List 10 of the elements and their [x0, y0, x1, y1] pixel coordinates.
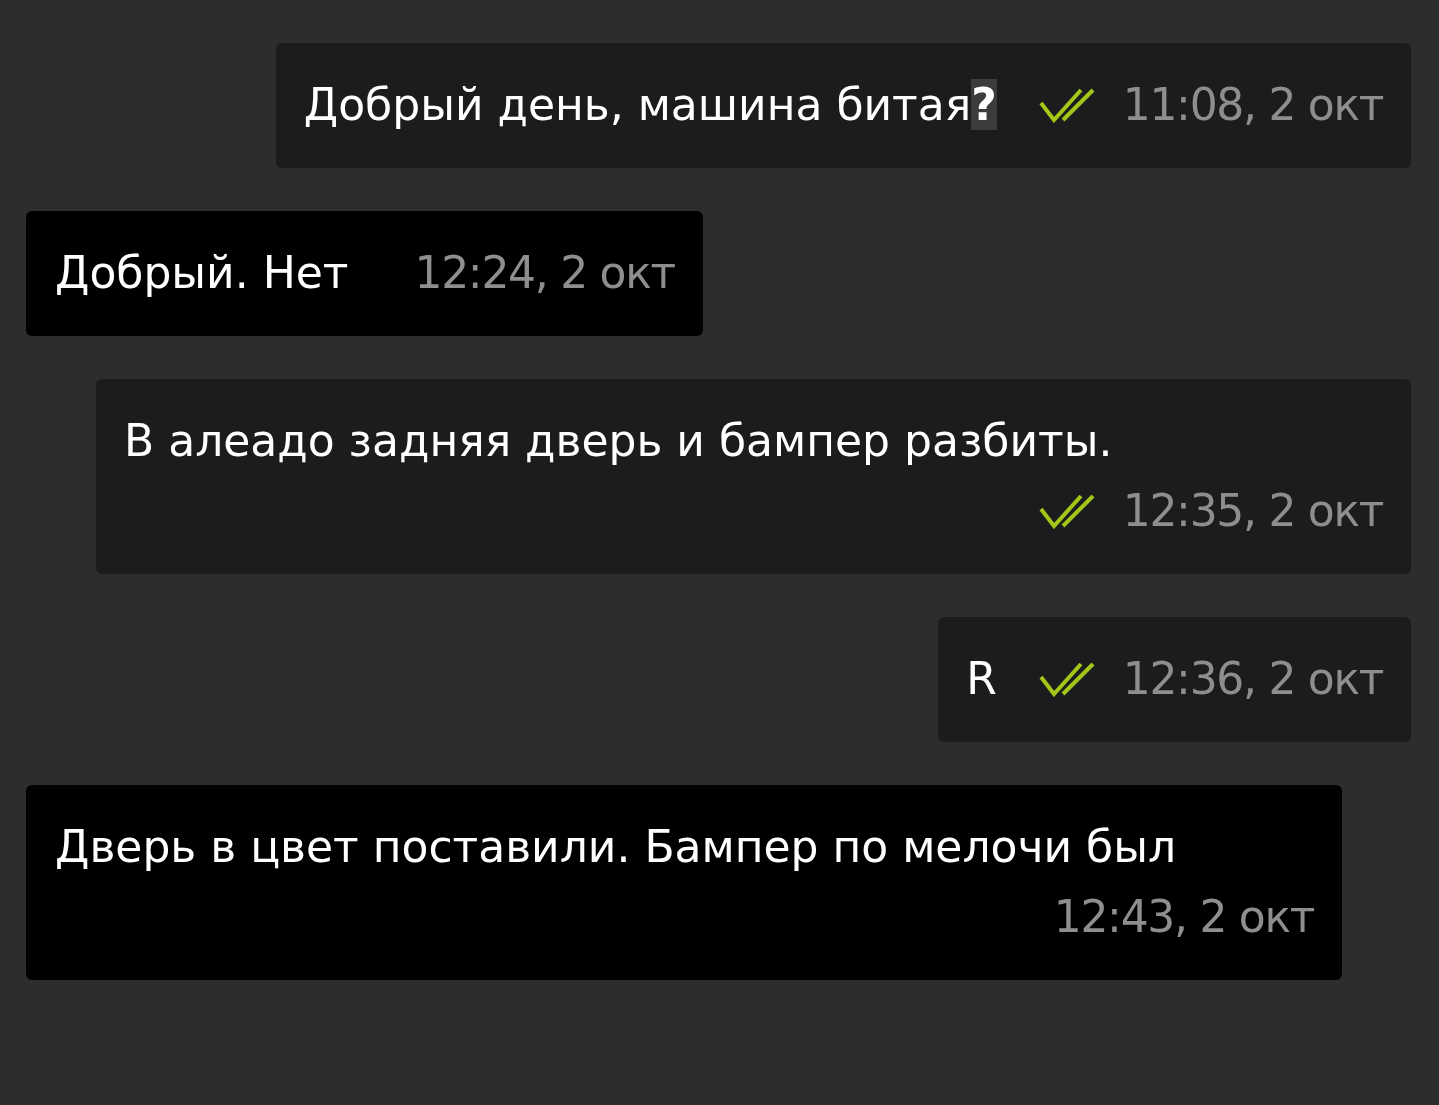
- message-text: Добрый. Нет: [55, 246, 349, 300]
- message-time: 12:35, 2 окт: [1122, 484, 1383, 538]
- message-text: R: [966, 652, 997, 706]
- message-time: 12:43, 2 окт: [1053, 890, 1314, 944]
- message-text: Добрый день, машина битая?: [303, 78, 997, 132]
- message-text: Дверь в цвет поставили. Бампер по мелочи был: [55, 820, 1177, 874]
- message-time: 11:08, 2 окт: [1122, 78, 1383, 132]
- message-time: 12:36, 2 окт: [1122, 652, 1383, 706]
- message-time: 12:24, 2 окт: [414, 246, 675, 300]
- message-text: В алеадо задняя дверь и бампер разбиты.: [124, 414, 1113, 468]
